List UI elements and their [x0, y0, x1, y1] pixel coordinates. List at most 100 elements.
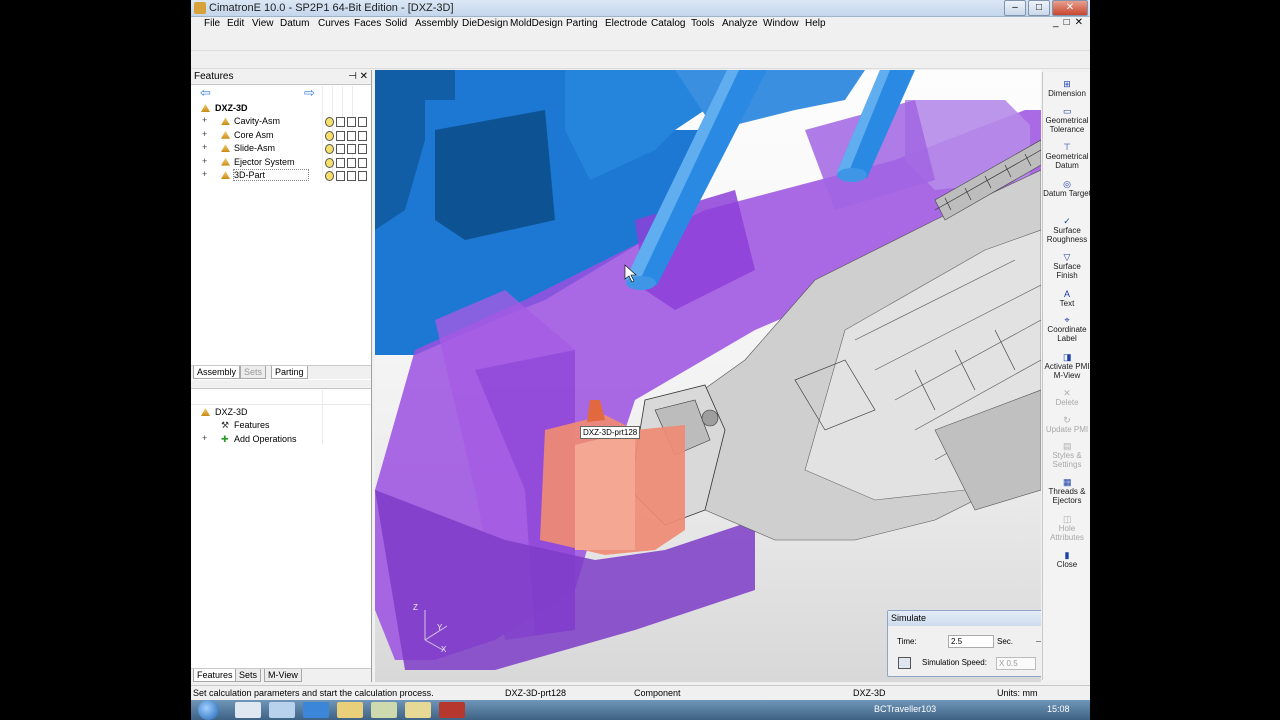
menu-parting[interactable]: Parting: [566, 18, 598, 29]
expand-icon[interactable]: +: [202, 433, 207, 443]
expand-icon[interactable]: +: [202, 156, 207, 166]
close-panel-icon[interactable]: ✕: [360, 71, 368, 82]
pmi-surface-finish[interactable]: ▽ Surface Finish: [1043, 252, 1090, 281]
visibility-icons[interactable]: [325, 170, 367, 181]
title-bar[interactable]: CimatronE 10.0 - SP2P1 64-Bit Edition - …: [191, 0, 1090, 17]
pmi-surface-roughness[interactable]: ✓ Surface Roughness: [1043, 217, 1090, 245]
menu-faces[interactable]: Faces: [354, 18, 381, 29]
tray-clock[interactable]: 15:08: [1047, 704, 1070, 714]
menu-edit[interactable]: Edit: [227, 18, 244, 29]
main-toolbar: [191, 33, 1090, 51]
tab-mview[interactable]: M-View: [264, 669, 302, 682]
settings-icon[interactable]: [898, 657, 911, 669]
expand-icon[interactable]: +: [202, 115, 207, 125]
menu-electrode[interactable]: Electrode: [605, 18, 647, 29]
tray-user[interactable]: BCTraveller103: [874, 704, 936, 714]
tab-sets[interactable]: Sets: [240, 366, 267, 379]
close-button[interactable]: ✕: [1052, 0, 1088, 16]
hole-icon: ◫: [1063, 514, 1072, 524]
expand-icon[interactable]: +: [202, 129, 207, 139]
taskbar-app-icon[interactable]: [371, 702, 397, 718]
tree-item[interactable]: + Cavity-Asm: [191, 115, 371, 128]
pmi-geometrical-datum[interactable]: ⊤ Geometrical Datum: [1043, 143, 1090, 171]
mdi-controls[interactable]: _□✕: [1053, 17, 1088, 28]
time-input[interactable]: 2.5: [948, 635, 994, 648]
tree-item[interactable]: + Slide-Asm: [191, 142, 371, 155]
finish-icon: ▽: [1063, 252, 1071, 262]
menu-solid[interactable]: Solid: [385, 18, 407, 29]
pmi-panel: ⊞ Dimension ▭ Geometrical Tolerance ⊤ Geome…: [1042, 72, 1090, 680]
expand-icon[interactable]: +: [202, 142, 207, 152]
tree-item[interactable]: + 3D-Part: [191, 168, 371, 182]
tab-features[interactable]: Features: [193, 669, 237, 682]
assembly-icon: [221, 130, 230, 139]
expand-icon[interactable]: +: [202, 169, 207, 179]
assembly-icon: [221, 170, 230, 179]
pin-icon[interactable]: ⊣: [348, 71, 357, 82]
simulate-title: Simulate: [891, 613, 927, 623]
taskbar-app-icon[interactable]: [337, 702, 363, 718]
process-item-features[interactable]: ⚒ Features: [191, 419, 371, 432]
features-panel: Features ⊣ ✕ ⇦ ⇨ DXZ-3D + Cavity-Asm + C…: [191, 70, 372, 682]
menu-bar: File Edit View Datum Curves Faces Solid …: [191, 17, 1090, 32]
menu-molddesign[interactable]: MoldDesign: [510, 18, 563, 29]
process-root[interactable]: DXZ-3D: [191, 406, 371, 419]
pmi-styles-settings[interactable]: ▤ Styles & Settings: [1043, 442, 1090, 470]
minimize-button[interactable]: –: [1004, 0, 1026, 16]
features-panel-header: Features ⊣ ✕: [191, 70, 371, 85]
tab-parting[interactable]: Parting: [271, 366, 308, 379]
menu-view[interactable]: View: [252, 18, 274, 29]
menu-assembly[interactable]: Assembly: [415, 18, 458, 29]
taskbar-app-icon[interactable]: [405, 702, 431, 718]
pmi-activate-mview[interactable]: ◨ Activate PMI M-View: [1043, 352, 1090, 381]
back-arrow-icon[interactable]: ⇦: [200, 86, 211, 99]
status-file: DXZ-3D: [853, 688, 886, 698]
tree-item[interactable]: + Ejector System: [191, 156, 371, 169]
menu-diedesign[interactable]: DieDesign: [462, 18, 508, 29]
start-button[interactable]: [198, 700, 219, 720]
tree-item[interactable]: + Core Asm: [191, 129, 371, 142]
tab-sets-bottom[interactable]: Sets: [235, 669, 262, 682]
threads-icon: ▦: [1063, 477, 1072, 487]
taskbar-app-icon[interactable]: [269, 702, 295, 718]
visibility-icons[interactable]: [325, 144, 367, 155]
pmi-hole-attributes[interactable]: ◫ Hole Attributes: [1043, 514, 1090, 543]
taskbar-app-icon[interactable]: [303, 702, 329, 718]
pmi-delete[interactable]: ✕ Delete: [1043, 389, 1090, 408]
pmi-text[interactable]: A Text: [1043, 290, 1090, 309]
tab-assembly[interactable]: Assembly: [193, 366, 241, 379]
3d-viewport[interactable]: Z Y X DXZ-3D-prt128 Simulate ✕ Time: 2.5…: [375, 70, 1041, 682]
menu-help[interactable]: Help: [805, 18, 826, 29]
menu-analyze[interactable]: Analyze: [722, 18, 758, 29]
tree-root[interactable]: DXZ-3D: [191, 102, 371, 115]
process-tree: DXZ-3D ⚒ Features + ✚ Add Operations: [191, 406, 371, 446]
menu-file[interactable]: File: [204, 18, 220, 29]
menu-catalog[interactable]: Catalog: [651, 18, 685, 29]
menu-curves[interactable]: Curves: [318, 18, 350, 29]
visibility-icons[interactable]: [325, 157, 367, 168]
time-slider-track[interactable]: [1036, 641, 1041, 642]
process-item-add-operations[interactable]: + ✚ Add Operations: [191, 433, 371, 446]
status-type: Component: [634, 688, 681, 698]
simulate-header: Simulate ✕: [888, 611, 1041, 626]
maximize-button[interactable]: □: [1028, 0, 1050, 16]
pmi-threads-ejectors[interactable]: ▦ Threads & Ejectors: [1043, 477, 1090, 506]
pmi-geometrical-tolerance[interactable]: ▭ Geometrical Tolerance: [1043, 107, 1090, 135]
pmi-datum-target[interactable]: ◎ Datum Target: [1043, 180, 1090, 199]
bottom-tabs: Features Sets M-View: [191, 668, 371, 682]
forward-arrow-icon[interactable]: ⇨: [304, 86, 315, 99]
mview-icon: ◨: [1063, 352, 1072, 362]
menu-tools[interactable]: Tools: [691, 18, 714, 29]
assembly-icon: [221, 144, 230, 153]
speed-select[interactable]: X 0.5: [996, 657, 1036, 670]
pmi-dimension[interactable]: ⊞ Dimension: [1043, 80, 1090, 99]
pmi-update[interactable]: ↻ Update PMI: [1043, 416, 1090, 435]
taskbar-app-icon[interactable]: [235, 702, 261, 718]
visibility-icons[interactable]: [325, 117, 367, 128]
pmi-coordinate-label[interactable]: ⌖ Coordinate Label: [1043, 316, 1090, 344]
menu-window[interactable]: Window: [763, 18, 799, 29]
taskbar-app-icon[interactable]: [439, 702, 465, 718]
visibility-icons[interactable]: [325, 130, 367, 141]
menu-datum[interactable]: Datum: [280, 18, 309, 29]
pmi-close[interactable]: ▮ Close: [1043, 551, 1090, 570]
